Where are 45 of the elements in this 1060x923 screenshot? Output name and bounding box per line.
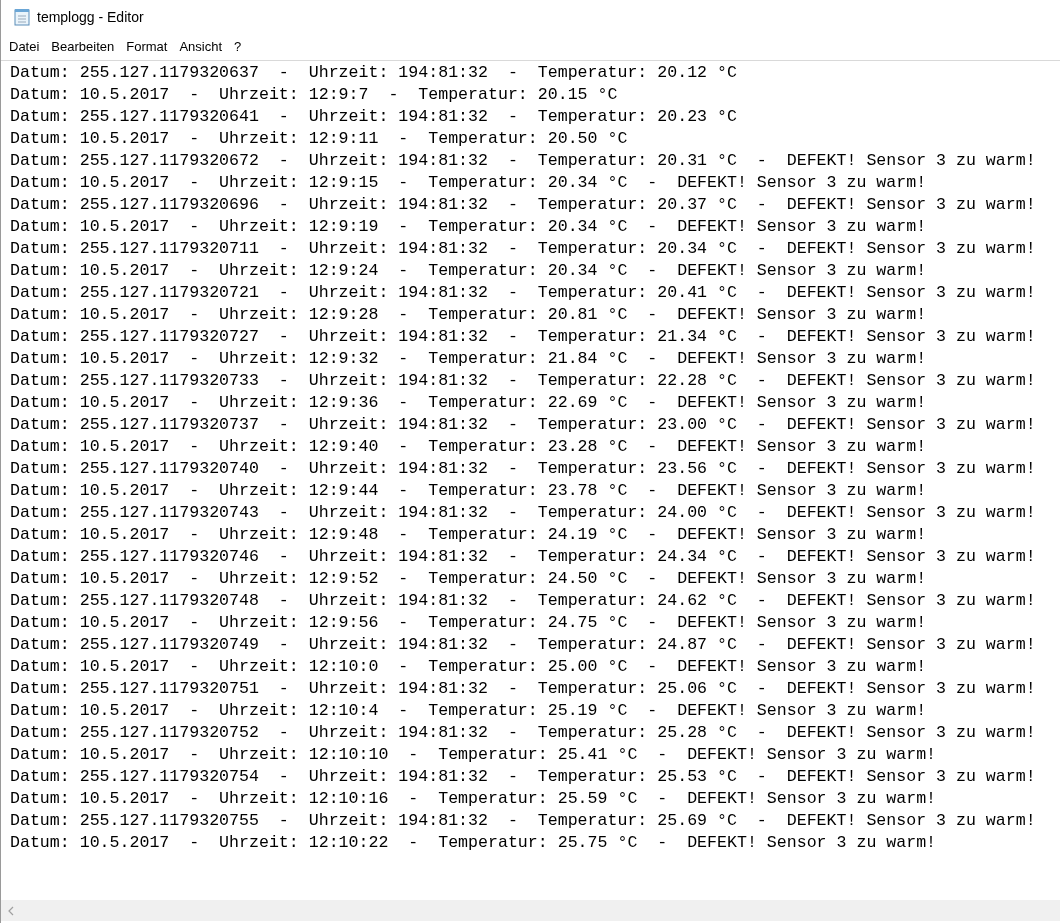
log-line: Datum: 255.127.1179320740 - Uhrzeit: 194:81:32 - Temperatur: 23.56 °C - DEFEKT! Sensor 3 zu warm! [10,458,1036,480]
scroll-left-icon[interactable] [7,905,15,916]
log-line: Datum: 10.5.2017 - Uhrzeit: 12:9:11 - Temperatur: 20.50 °C [10,128,628,150]
log-line: Datum: 255.127.1179320749 - Uhrzeit: 194:81:32 - Temperatur: 24.87 °C - DEFEKT! Sensor 3 zu warm! [10,634,1036,656]
log-line: Datum: 10.5.2017 - Uhrzeit: 12:9:40 - Temperatur: 23.28 °C - DEFEKT! Sensor 3 zu warm! [10,436,927,458]
window-title: templogg - Editor [37,7,144,27]
log-line: Datum: 255.127.1179320743 - Uhrzeit: 194:81:32 - Temperatur: 24.00 °C - DEFEKT! Sensor 3 zu warm! [10,502,1036,524]
log-line: Datum: 255.127.1179320637 - Uhrzeit: 194:81:32 - Temperatur: 20.12 °C [10,62,737,84]
log-line: Datum: 10.5.2017 - Uhrzeit: 12:9:56 - Temperatur: 24.75 °C - DEFEKT! Sensor 3 zu warm! [10,612,927,634]
log-line: Datum: 10.5.2017 - Uhrzeit: 12:10:16 - Temperatur: 25.59 °C - DEFEKT! Sensor 3 zu warm! [10,788,937,810]
log-line: Datum: 255.127.1179320696 - Uhrzeit: 194:81:32 - Temperatur: 20.37 °C - DEFEKT! Sensor 3 zu warm! [10,194,1036,216]
log-line: Datum: 255.127.1179320754 - Uhrzeit: 194:81:32 - Temperatur: 25.53 °C - DEFEKT! Sensor 3 zu warm! [10,766,1036,788]
log-line: Datum: 255.127.1179320711 - Uhrzeit: 194:81:32 - Temperatur: 20.34 °C - DEFEKT! Sensor 3 zu warm! [10,238,1036,260]
log-line: Datum: 10.5.2017 - Uhrzeit: 12:10:4 - Temperatur: 25.19 °C - DEFEKT! Sensor 3 zu warm! [10,700,927,722]
log-line: Datum: 255.127.1179320721 - Uhrzeit: 194:81:32 - Temperatur: 20.41 °C - DEFEKT! Sensor 3 zu warm! [10,282,1036,304]
log-line: Datum: 255.127.1179320641 - Uhrzeit: 194:81:32 - Temperatur: 20.23 °C [10,106,737,128]
log-line: Datum: 255.127.1179320755 - Uhrzeit: 194:81:32 - Temperatur: 25.69 °C - DEFEKT! Sensor 3 zu warm! [10,810,1036,832]
log-line: Datum: 10.5.2017 - Uhrzeit: 12:9:15 - Temperatur: 20.34 °C - DEFEKT! Sensor 3 zu warm! [10,172,927,194]
log-line: Datum: 255.127.1179320752 - Uhrzeit: 194:81:32 - Temperatur: 25.28 °C - DEFEKT! Sensor 3 zu warm! [10,722,1036,744]
menu-item[interactable]: Ansicht [173,37,229,57]
log-line: Datum: 10.5.2017 - Uhrzeit: 12:9:48 - Temperatur: 24.19 °C - DEFEKT! Sensor 3 zu warm! [10,524,927,546]
horizontal-scrollbar[interactable] [1,900,1060,921]
log-line: Datum: 255.127.1179320737 - Uhrzeit: 194:81:32 - Temperatur: 23.00 °C - DEFEKT! Sensor 3 zu warm! [10,414,1036,436]
log-line: Datum: 10.5.2017 - Uhrzeit: 12:10:10 - Temperatur: 25.41 °C - DEFEKT! Sensor 3 zu warm! [10,744,937,766]
log-line: Datum: 255.127.1179320748 - Uhrzeit: 194:81:32 - Temperatur: 24.62 °C - DEFEKT! Sensor 3 zu warm! [10,590,1036,612]
log-line: Datum: 10.5.2017 - Uhrzeit: 12:10:22 - Temperatur: 25.75 °C - DEFEKT! Sensor 3 zu warm! [10,832,937,854]
menu-item[interactable]: Bearbeiten [45,37,121,57]
log-line: Datum: 255.127.1179320727 - Uhrzeit: 194:81:32 - Temperatur: 21.34 °C - DEFEKT! Sensor 3 zu warm! [10,326,1036,348]
menu-item[interactable]: Format [120,37,174,57]
log-line: Datum: 10.5.2017 - Uhrzeit: 12:9:28 - Temperatur: 20.81 °C - DEFEKT! Sensor 3 zu warm! [10,304,927,326]
log-line: Datum: 255.127.1179320751 - Uhrzeit: 194:81:32 - Temperatur: 25.06 °C - DEFEKT! Sensor 3 zu warm! [10,678,1036,700]
log-line: Datum: 10.5.2017 - Uhrzeit: 12:9:7 - Temperatur: 20.15 °C [10,84,618,106]
log-line: Datum: 10.5.2017 - Uhrzeit: 12:9:19 - Temperatur: 20.34 °C - DEFEKT! Sensor 3 zu warm! [10,216,927,238]
log-line: Datum: 255.127.1179320746 - Uhrzeit: 194:81:32 - Temperatur: 24.34 °C - DEFEKT! Sensor 3 zu warm! [10,546,1036,568]
log-line: Datum: 10.5.2017 - Uhrzeit: 12:9:32 - Temperatur: 21.84 °C - DEFEKT! Sensor 3 zu warm! [10,348,927,370]
menu-item[interactable]: Datei [3,37,46,57]
log-line: Datum: 10.5.2017 - Uhrzeit: 12:9:36 - Temperatur: 22.69 °C - DEFEKT! Sensor 3 zu warm! [10,392,927,414]
log-line: Datum: 10.5.2017 - Uhrzeit: 12:9:44 - Temperatur: 23.78 °C - DEFEKT! Sensor 3 zu warm! [10,480,927,502]
log-line: Datum: 10.5.2017 - Uhrzeit: 12:9:52 - Temperatur: 24.50 °C - DEFEKT! Sensor 3 zu warm! [10,568,927,590]
log-line: Datum: 255.127.1179320672 - Uhrzeit: 194:81:32 - Temperatur: 20.31 °C - DEFEKT! Sensor 3 zu warm! [10,150,1036,172]
log-line: Datum: 10.5.2017 - Uhrzeit: 12:9:24 - Temperatur: 20.34 °C - DEFEKT! Sensor 3 zu warm! [10,260,927,282]
log-line: Datum: 255.127.1179320733 - Uhrzeit: 194:81:32 - Temperatur: 22.28 °C - DEFEKT! Sensor 3 zu warm! [10,370,1036,392]
log-line: Datum: 10.5.2017 - Uhrzeit: 12:10:0 - Temperatur: 25.00 °C - DEFEKT! Sensor 3 zu warm! [10,656,927,678]
menu-item[interactable]: ? [228,37,248,57]
notepad-icon [13,8,31,26]
